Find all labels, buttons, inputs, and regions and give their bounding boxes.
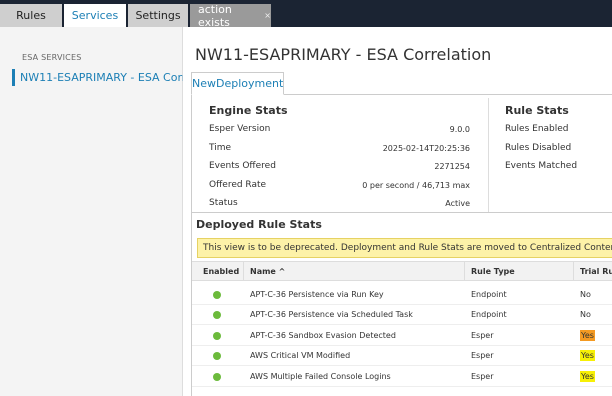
stats-divider: [488, 98, 489, 212]
stat-label: Time: [209, 143, 232, 153]
column-header-trial-rule[interactable]: Trial Rul: [574, 262, 612, 281]
enabled-status-icon: [213, 311, 221, 319]
section-divider: [192, 212, 612, 213]
rule-name: AWS Critical VM Modified: [250, 351, 351, 360]
rule-name: APT-C-36 Sandbox Evasion Detected: [250, 331, 396, 340]
engine-stats-title: Engine Stats: [209, 104, 288, 117]
stat-value: 2025-02-14T20:25:36: [382, 144, 470, 153]
trial-rule-value: No: [580, 285, 612, 305]
rule-type: Endpoint: [471, 290, 507, 299]
trial-rule-text: Yes: [580, 350, 595, 361]
deployment-panel: Engine Stats Esper Version 9.0.0 Time 20…: [191, 94, 612, 396]
table-row[interactable]: AWS Multiple Failed Console Logins Esper…: [192, 367, 612, 387]
table-row[interactable]: APT-C-36 Sandbox Evasion Detected Esper …: [192, 326, 612, 346]
trial-rule-value: Yes: [580, 367, 612, 387]
rule-stat-label: Rules Disabled: [505, 143, 572, 153]
rule-name: APT-C-36 Persistence via Scheduled Task: [250, 310, 413, 319]
trial-rule-text: Yes: [580, 371, 595, 382]
rule-stat-label: Rules Enabled: [505, 124, 569, 134]
rule-type: Esper: [471, 372, 494, 381]
table-header: Enabled Name ^ Rule Type Trial Rul: [192, 261, 612, 281]
table-row[interactable]: AWS Critical VM Modified Esper Yes: [192, 346, 612, 366]
deprecation-banner: This view is to be deprecated. Deploymen…: [197, 238, 612, 258]
enabled-status-icon: [213, 291, 221, 299]
trial-rule-value: Yes: [580, 346, 612, 366]
sidebar-item-esa-correlation[interactable]: NW11-ESAPRIMARY - ESA Corre: [12, 69, 183, 86]
deployed-rule-stats-title: Deployed Rule Stats: [196, 218, 322, 231]
enabled-status-icon: [213, 332, 221, 340]
trial-rule-text: Yes: [580, 330, 595, 341]
rule-stat-label: Events Matched: [505, 161, 578, 171]
rule-name: AWS Multiple Failed Console Logins: [250, 372, 391, 381]
top-nav-bar: Rules Services Settings action exists ×: [0, 0, 612, 29]
table-row[interactable]: APT-C-36 Persistence via Run Key Endpoin…: [192, 285, 612, 305]
sidebar-heading: ESA SERVICES: [22, 53, 82, 62]
tab-rules[interactable]: Rules: [0, 4, 62, 27]
tab-label: action exists: [198, 2, 232, 29]
enabled-status-icon: [213, 352, 221, 360]
stat-value: 2271254: [434, 162, 470, 171]
tab-new-deployment[interactable]: NewDeployment: [191, 72, 284, 95]
table-row[interactable]: APT-C-36 Persistence via Scheduled Task …: [192, 305, 612, 325]
tab-action-exists[interactable]: action exists ×: [190, 2, 271, 29]
stat-label: Offered Rate: [209, 180, 267, 190]
tab-services[interactable]: Services: [64, 4, 126, 27]
tab-settings[interactable]: Settings: [128, 4, 188, 27]
trial-rule-value: No: [580, 305, 612, 325]
rule-type: Endpoint: [471, 310, 507, 319]
close-icon[interactable]: ×: [264, 11, 271, 20]
column-header-name[interactable]: Name ^: [244, 262, 465, 281]
enabled-status-icon: [213, 373, 221, 381]
stat-value: Active: [445, 199, 470, 208]
rule-type: Esper: [471, 331, 494, 340]
stat-value: 9.0.0: [449, 125, 470, 134]
rule-stats-title: Rule Stats: [505, 104, 569, 117]
rule-name: APT-C-36 Persistence via Run Key: [250, 290, 384, 299]
page-title: NW11-ESAPRIMARY - ESA Correlation: [195, 45, 492, 64]
stat-value: 0 per second / 46,713 max: [362, 181, 470, 190]
sidebar: ESA SERVICES NW11-ESAPRIMARY - ESA Corre: [0, 27, 183, 396]
stat-label: Esper Version: [209, 124, 271, 134]
trial-rule-text: No: [580, 290, 591, 299]
column-header-enabled[interactable]: Enabled: [192, 262, 244, 281]
stat-label: Status: [209, 198, 238, 208]
stat-label: Events Offered: [209, 161, 276, 171]
rule-type: Esper: [471, 351, 494, 360]
trial-rule-value: Yes: [580, 326, 612, 346]
trial-rule-text: No: [580, 310, 591, 319]
column-header-rule-type[interactable]: Rule Type: [465, 262, 574, 281]
